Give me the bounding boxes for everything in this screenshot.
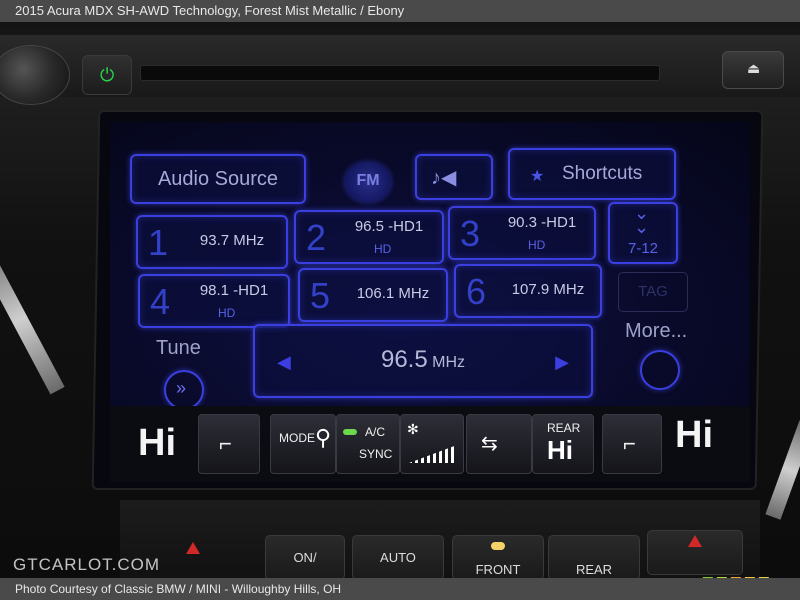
- preset-number: 5: [310, 275, 331, 316]
- preset-number: 6: [466, 271, 487, 312]
- lower-climate-console: ON/ AUTO FRONT REAR: [120, 500, 760, 578]
- climate-bar: Hi ⌐ MODE ⚲ A/C SYNC ✻ ⇆ REAR Hi ⌐ Hi: [110, 406, 750, 482]
- fm-band-button[interactable]: FM: [345, 162, 391, 202]
- rear-climate-button[interactable]: REAR Hi: [532, 414, 594, 474]
- caption-bottom: Photo Courtesy of Classic BMW / MINI - W…: [0, 578, 800, 600]
- preset-6[interactable]: 6 107.9 MHz: [454, 264, 602, 318]
- hazard-switch[interactable]: [647, 530, 743, 575]
- eject-icon: ⏏: [747, 60, 761, 76]
- hd-radio-icon: HD: [218, 306, 236, 320]
- double-chevron-down-icon: ⌄ ⌄: [634, 203, 650, 237]
- airflow-person-icon: ⚲: [315, 425, 332, 450]
- preset-1[interactable]: 1 93.7 MHz: [136, 215, 288, 269]
- rear-temp: Hi: [547, 435, 573, 465]
- dashboard-photo: ⏻ ⏏ Audio Source FM ♪◀ ★ Shortcuts 1 93.…: [0, 22, 800, 578]
- power-icon: ⏻: [100, 65, 115, 85]
- rear-label: REAR: [547, 421, 581, 435]
- shortcuts-button[interactable]: ★ Shortcuts: [508, 148, 676, 200]
- front-defrost-led: [491, 542, 505, 550]
- preset-number: 1: [148, 222, 169, 263]
- ac-sync-button[interactable]: A/C SYNC: [336, 414, 400, 474]
- passenger-temp[interactable]: Hi: [675, 414, 713, 457]
- double-chevron-right-icon: »: [176, 378, 187, 398]
- fm-label: FM: [356, 172, 380, 189]
- front-defrost-label: FRONT: [475, 562, 521, 577]
- page-label: 7-12: [627, 240, 659, 257]
- page-down-button[interactable]: ⌄ ⌄ 7-12: [608, 202, 678, 264]
- on-label: ON/: [293, 550, 317, 565]
- hd-radio-icon: HD: [374, 242, 392, 256]
- preset-2[interactable]: 2 96.5 -HD1 HD: [294, 210, 444, 264]
- caption-top: 2015 Acura MDX SH-AWD Technology, Forest…: [0, 0, 800, 22]
- preset-freq: 107.9 MHz: [511, 281, 585, 298]
- seat-heat-icon: ⌐: [219, 431, 232, 456]
- mode-button[interactable]: MODE ⚲: [270, 414, 336, 474]
- seat-heat-icon: ⌐: [623, 431, 636, 456]
- ac-indicator-led: [343, 429, 357, 435]
- audio-source-label: Audio Source: [157, 168, 279, 190]
- red-triangle-icon: [688, 535, 702, 547]
- auto-label: AUTO: [380, 550, 416, 565]
- audio-settings-button[interactable]: ♪◀: [415, 154, 493, 200]
- current-freq-value: 96.5: [380, 346, 428, 373]
- driver-seat-heat-button[interactable]: ⌐: [198, 414, 260, 474]
- fan-icon: ✻: [407, 421, 419, 437]
- infotainment-screen: Audio Source FM ♪◀ ★ Shortcuts 1 93.7 MH…: [110, 122, 750, 482]
- trim-right: [765, 420, 800, 520]
- tune-display[interactable]: ◀ 96.5 MHz ▶: [253, 324, 593, 398]
- preset-4[interactable]: 4 98.1 -HD1 HD: [138, 274, 290, 328]
- fan-speed-button[interactable]: ✻: [400, 414, 464, 474]
- preset-3[interactable]: 3 90.3 -HD1 HD: [448, 206, 596, 260]
- ac-label: A/C: [365, 425, 386, 439]
- current-freq-unit: MHz: [432, 354, 466, 371]
- eject-button[interactable]: ⏏: [722, 51, 784, 89]
- current-frequency: 96.5 MHz: [255, 346, 591, 374]
- tune-button[interactable]: »: [164, 370, 204, 410]
- volume-knob[interactable]: [0, 45, 70, 105]
- power-button[interactable]: ⏻: [82, 55, 132, 95]
- preset-number: 4: [150, 281, 171, 322]
- preset-5[interactable]: 5 106.1 MHz: [298, 268, 448, 322]
- auto-button[interactable]: AUTO: [352, 535, 444, 578]
- preset-number: 3: [460, 213, 481, 254]
- music-speaker-icon: ♪◀: [431, 167, 457, 189]
- more-button[interactable]: [640, 350, 680, 390]
- watermark: GTCARLOT.COM: [13, 555, 161, 574]
- sync-label: SYNC: [359, 447, 393, 461]
- hazard-indicator: [186, 542, 200, 554]
- car-recirculation-icon: ⇆: [481, 433, 498, 455]
- disc-slot: [140, 65, 660, 81]
- tune-right-arrow-icon[interactable]: ▶: [555, 352, 569, 373]
- audio-source-button[interactable]: Audio Source: [130, 154, 306, 204]
- preset-number: 2: [306, 217, 327, 258]
- front-defrost-button[interactable]: FRONT: [452, 535, 544, 578]
- preset-freq: 93.7 MHz: [199, 232, 265, 249]
- preset-freq: 106.1 MHz: [356, 285, 430, 302]
- preset-freq: 96.5 -HD1: [354, 218, 424, 235]
- mode-label: MODE: [279, 431, 315, 445]
- passenger-seat-heat-button[interactable]: ⌐: [602, 414, 662, 474]
- tune-label: Tune: [156, 337, 201, 359]
- shortcuts-label: Shortcuts: [562, 163, 643, 184]
- cd-strip: ⏻ ⏏: [0, 35, 800, 105]
- rear-defrost-label: REAR: [575, 562, 613, 577]
- driver-temp[interactable]: Hi: [138, 422, 176, 465]
- on-button[interactable]: ON/: [265, 535, 345, 578]
- trim-left: [0, 245, 65, 395]
- rear-defrost-button[interactable]: REAR: [548, 535, 640, 578]
- tag-button[interactable]: TAG: [618, 272, 688, 312]
- preset-freq: 98.1 -HD1: [199, 282, 269, 299]
- tag-label: TAG: [638, 283, 668, 300]
- star-icon: ★: [530, 168, 545, 185]
- hd-radio-icon: HD: [528, 238, 546, 252]
- recirculation-button[interactable]: ⇆: [466, 414, 532, 474]
- fan-level-bars: [409, 445, 457, 463]
- more-label: More...: [625, 320, 688, 342]
- preset-freq: 90.3 -HD1: [507, 214, 577, 231]
